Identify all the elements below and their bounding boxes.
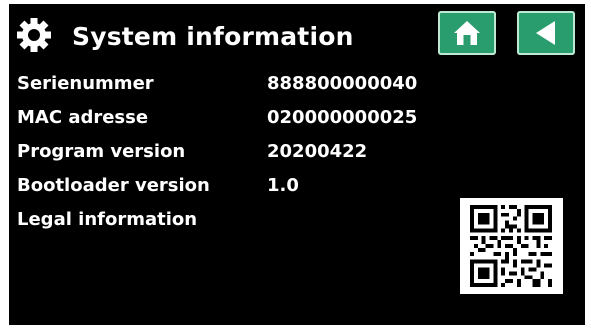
info-row-program-version: Program version 20200422 <box>9 138 585 172</box>
info-row-mac: MAC adresse 020000000025 <box>9 104 585 138</box>
page-title: System information <box>72 22 354 51</box>
info-label: Legal information <box>17 209 198 230</box>
device-screen: System information Serienummer 888800000… <box>9 4 585 325</box>
back-button[interactable] <box>517 11 575 55</box>
qr-code <box>460 198 563 294</box>
header-bar: System information <box>9 4 585 68</box>
info-label: Bootloader version <box>17 175 210 196</box>
home-button[interactable] <box>438 11 496 55</box>
back-arrow-icon <box>536 21 555 45</box>
info-value: 888800000040 <box>267 73 418 94</box>
info-label: Program version <box>17 141 186 162</box>
info-label: MAC adresse <box>17 107 149 128</box>
home-icon <box>454 21 480 45</box>
info-label: Serienummer <box>17 73 154 94</box>
info-value: 1.0 <box>267 175 299 196</box>
info-value: 020000000025 <box>267 107 418 128</box>
info-value: 20200422 <box>267 141 368 162</box>
gear-icon <box>17 18 51 52</box>
info-row-serial: Serienummer 888800000040 <box>9 70 585 104</box>
